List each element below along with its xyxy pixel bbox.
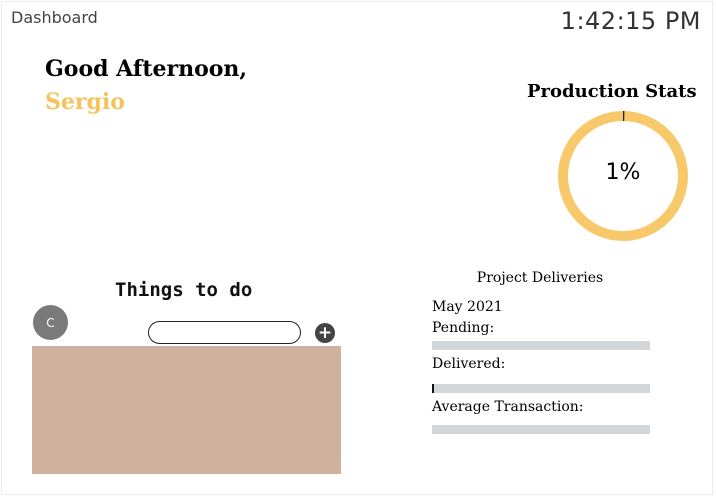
production-stats-title: Production Stats	[527, 81, 697, 102]
greeting-text: Good Afternoon,	[45, 56, 248, 82]
todo-list-panel	[32, 346, 341, 474]
plus-circle-icon[interactable]: +	[315, 323, 335, 343]
delivered-bar-fill	[432, 384, 434, 393]
todo-input[interactable]	[148, 321, 301, 344]
app-title: Dashboard	[11, 8, 98, 27]
delivered-label: Delivered:	[432, 356, 506, 372]
delivered-bar	[432, 384, 650, 393]
pending-label: Pending:	[432, 320, 495, 336]
avatar[interactable]: C	[33, 305, 68, 340]
todo-title: Things to do	[115, 279, 253, 301]
average-transaction-label: Average Transaction:	[432, 399, 584, 415]
project-deliveries-title: Project Deliveries	[476, 270, 604, 286]
deliveries-month: May 2021	[432, 299, 503, 315]
clock: 1:42:15 PM	[560, 7, 701, 35]
pending-bar	[432, 341, 650, 350]
user-name: Sergio	[45, 89, 125, 115]
average-transaction-bar	[432, 425, 650, 434]
production-percent: 1%	[605, 160, 641, 185]
